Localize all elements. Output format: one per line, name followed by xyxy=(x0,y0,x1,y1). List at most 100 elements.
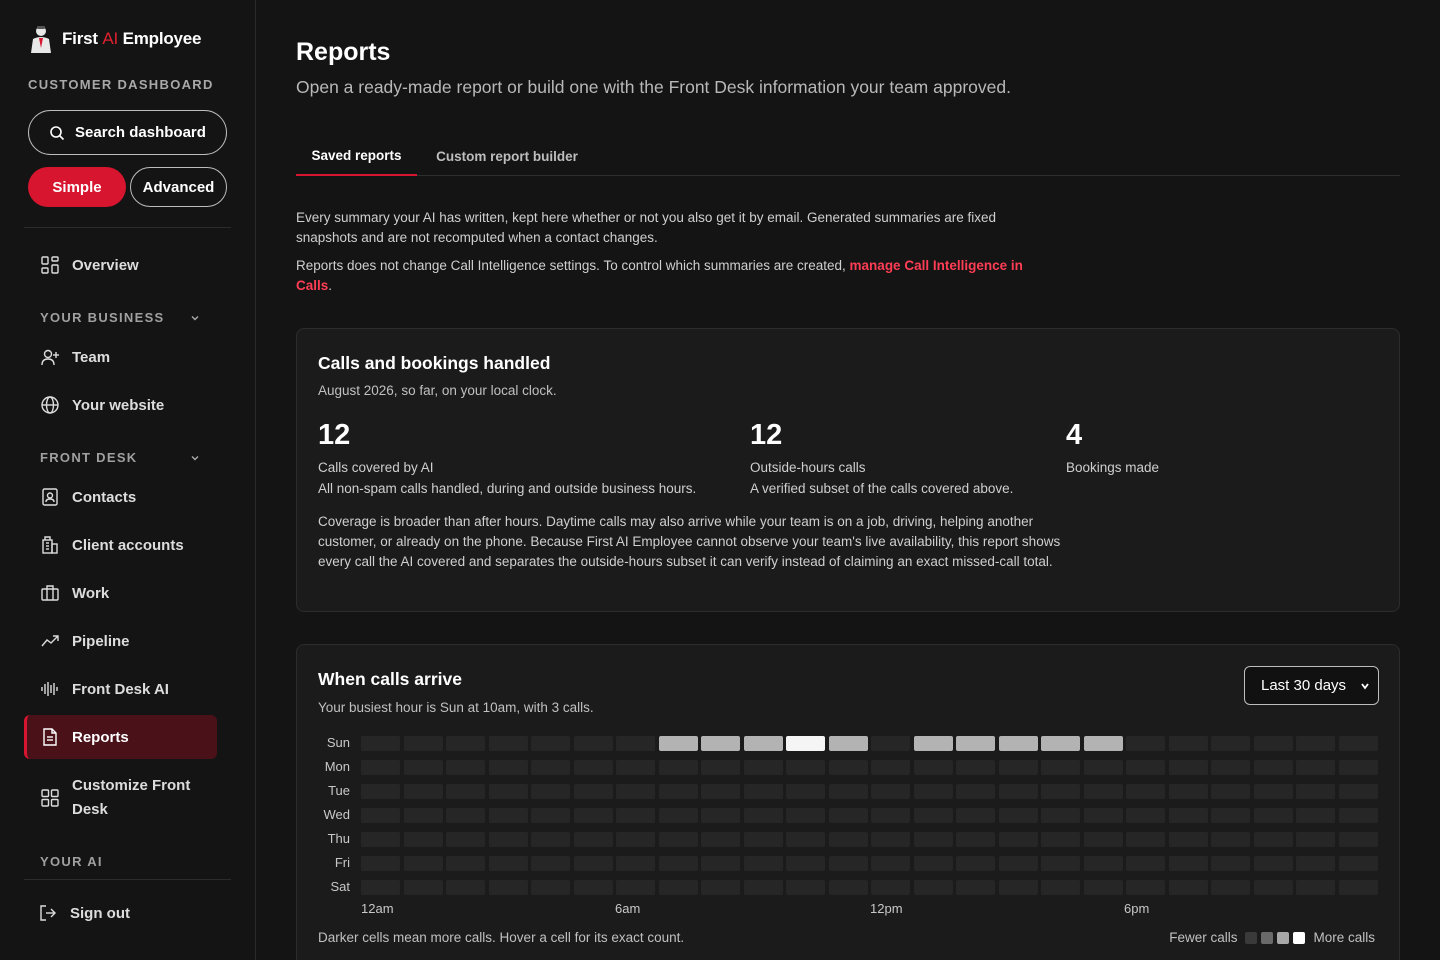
heatmap-cell[interactable] xyxy=(1338,736,1378,751)
heatmap-cell[interactable] xyxy=(488,832,528,847)
heatmap-cell[interactable] xyxy=(828,856,868,871)
heatmap-cell[interactable] xyxy=(1041,784,1080,799)
heatmap-cell[interactable] xyxy=(1338,856,1378,871)
heatmap-cell[interactable] xyxy=(573,856,613,871)
heatmap-cell[interactable] xyxy=(616,784,655,799)
heatmap-cell[interactable] xyxy=(956,832,995,847)
sidebar-item-front-desk-ai[interactable]: Front Desk AI xyxy=(24,667,217,711)
heatmap-cell[interactable] xyxy=(701,760,740,775)
heatmap-cell[interactable] xyxy=(871,808,910,823)
heatmap-cell[interactable] xyxy=(1338,808,1378,823)
section-your-business[interactable]: YOUR BUSINESS xyxy=(40,310,199,325)
heatmap-cell[interactable] xyxy=(1253,784,1293,799)
heatmap-cell[interactable] xyxy=(1296,760,1335,775)
heatmap-cell[interactable] xyxy=(531,880,570,895)
heatmap-cell[interactable] xyxy=(616,808,655,823)
heatmap-cell[interactable] xyxy=(956,880,995,895)
heatmap-cell[interactable] xyxy=(403,808,443,823)
heatmap-cell[interactable] xyxy=(446,784,485,799)
heatmap-cell[interactable] xyxy=(1126,736,1165,751)
heatmap-cell[interactable] xyxy=(743,784,783,799)
sign-out-button[interactable]: Sign out xyxy=(24,891,217,935)
heatmap-cell[interactable] xyxy=(658,856,698,871)
heatmap-cell[interactable] xyxy=(403,736,443,751)
heatmap-cell[interactable] xyxy=(1211,736,1250,751)
sidebar-item-website[interactable]: Your website xyxy=(24,383,217,427)
heatmap-cell[interactable] xyxy=(956,736,995,751)
heatmap-cell[interactable] xyxy=(913,784,953,799)
heatmap-cell[interactable] xyxy=(913,736,953,751)
heatmap-cell[interactable] xyxy=(361,736,400,751)
heatmap-cell[interactable] xyxy=(573,880,613,895)
heatmap-cell[interactable] xyxy=(531,760,570,775)
heatmap-cell[interactable] xyxy=(361,832,400,847)
heatmap-cell[interactable] xyxy=(361,856,400,871)
heatmap-cell[interactable] xyxy=(1041,808,1080,823)
heatmap-cell[interactable] xyxy=(786,784,825,799)
heatmap-cell[interactable] xyxy=(488,736,528,751)
heatmap-cell[interactable] xyxy=(1211,880,1250,895)
sidebar-item-contacts[interactable]: Contacts xyxy=(24,475,217,519)
heatmap-cell[interactable] xyxy=(531,832,570,847)
heatmap-cell[interactable] xyxy=(786,856,825,871)
heatmap-cell[interactable] xyxy=(403,856,443,871)
heatmap-cell[interactable] xyxy=(1168,856,1208,871)
heatmap-cell[interactable] xyxy=(1126,880,1165,895)
heatmap-cell[interactable] xyxy=(616,760,655,775)
heatmap-cell[interactable] xyxy=(743,856,783,871)
heatmap-cell[interactable] xyxy=(828,832,868,847)
heatmap-cell[interactable] xyxy=(1296,832,1335,847)
section-front-desk[interactable]: FRONT DESK xyxy=(40,450,199,465)
heatmap-cell[interactable] xyxy=(998,832,1038,847)
heatmap-cell[interactable] xyxy=(403,880,443,895)
tab-custom-report-builder[interactable]: Custom report builder xyxy=(432,137,582,176)
heatmap-cell[interactable] xyxy=(1041,880,1080,895)
heatmap-cell[interactable] xyxy=(701,856,740,871)
heatmap-cell[interactable] xyxy=(1168,808,1208,823)
heatmap-cell[interactable] xyxy=(1253,832,1293,847)
heatmap-cell[interactable] xyxy=(743,736,783,751)
heatmap-cell[interactable] xyxy=(1338,760,1378,775)
heatmap-cell[interactable] xyxy=(743,832,783,847)
heatmap-cell[interactable] xyxy=(573,736,613,751)
heatmap-cell[interactable] xyxy=(446,760,485,775)
sidebar-item-pipeline[interactable]: Pipeline xyxy=(24,619,217,663)
heatmap-cell[interactable] xyxy=(361,760,400,775)
tab-saved-reports[interactable]: Saved reports xyxy=(296,137,417,176)
heatmap-cell[interactable] xyxy=(658,832,698,847)
heatmap-cell[interactable] xyxy=(616,832,655,847)
heatmap-cell[interactable] xyxy=(701,784,740,799)
heatmap-cell[interactable] xyxy=(743,808,783,823)
heatmap-cell[interactable] xyxy=(956,784,995,799)
heatmap-cell[interactable] xyxy=(913,760,953,775)
heatmap-cell[interactable] xyxy=(956,808,995,823)
heatmap-cell[interactable] xyxy=(998,760,1038,775)
heatmap-cell[interactable] xyxy=(998,856,1038,871)
sidebar-item-work[interactable]: Work xyxy=(24,571,217,615)
heatmap-cell[interactable] xyxy=(1253,736,1293,751)
heatmap-cell[interactable] xyxy=(828,760,868,775)
heatmap-cell[interactable] xyxy=(1126,760,1165,775)
heatmap-cell[interactable] xyxy=(1338,832,1378,847)
heatmap-cell[interactable] xyxy=(913,856,953,871)
heatmap-cell[interactable] xyxy=(531,808,570,823)
heatmap-cell[interactable] xyxy=(871,856,910,871)
heatmap-cell[interactable] xyxy=(1041,856,1080,871)
heatmap-cell[interactable] xyxy=(786,736,825,751)
heatmap-cell[interactable] xyxy=(616,856,655,871)
heatmap-cell[interactable] xyxy=(488,880,528,895)
heatmap-cell[interactable] xyxy=(1253,880,1293,895)
sidebar-item-reports[interactable]: Reports xyxy=(24,715,217,759)
heatmap-cell[interactable] xyxy=(1296,808,1335,823)
heatmap-cell[interactable] xyxy=(1338,784,1378,799)
heatmap-cell[interactable] xyxy=(1211,784,1250,799)
heatmap-cell[interactable] xyxy=(658,784,698,799)
brand-logo-link[interactable]: First AI Employee xyxy=(28,24,201,54)
heatmap-cell[interactable] xyxy=(446,736,485,751)
heatmap-cell[interactable] xyxy=(701,808,740,823)
heatmap-cell[interactable] xyxy=(446,832,485,847)
heatmap-cell[interactable] xyxy=(1126,856,1165,871)
sidebar-item-client-accounts[interactable]: Client accounts xyxy=(24,523,217,567)
sidebar-item-customize-front-desk[interactable]: Customize Front Desk xyxy=(24,770,217,826)
heatmap-cell[interactable] xyxy=(786,760,825,775)
